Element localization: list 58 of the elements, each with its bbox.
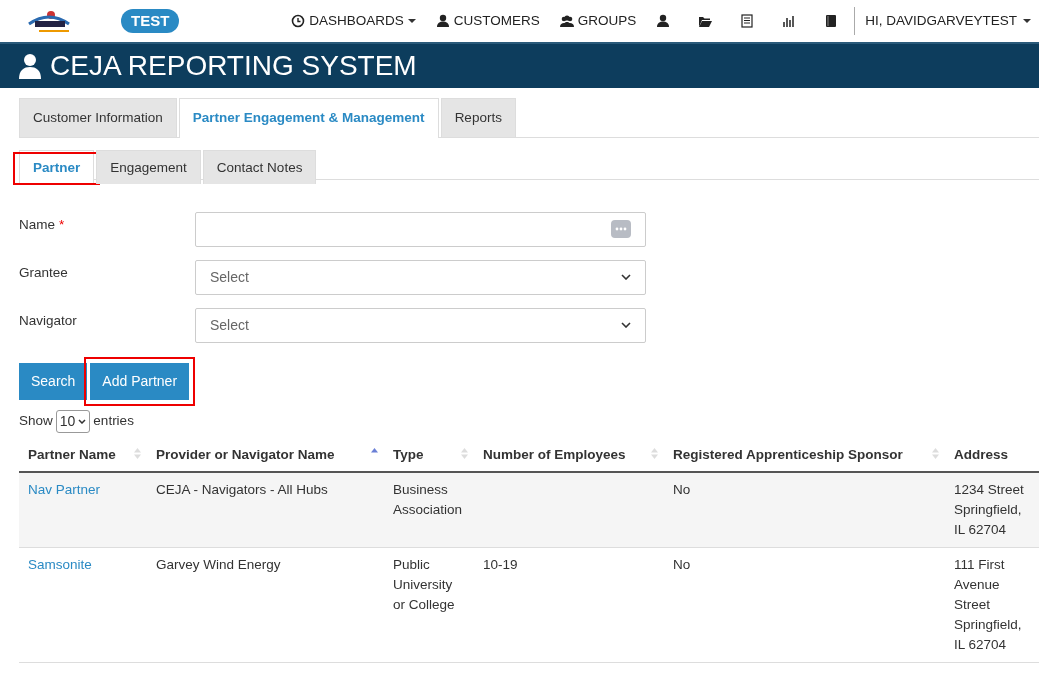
chevron-down-icon (621, 274, 631, 280)
banner-title: CEJA REPORTING SYSTEM (50, 49, 417, 83)
tab[interactable]: Engagement (96, 150, 201, 185)
nav-menu-item[interactable] (698, 14, 713, 28)
person-icon (435, 14, 450, 28)
table-cell: Business Association (393, 481, 463, 517)
field-label: Name (19, 216, 55, 232)
column-header[interactable]: Provider or Navigator Name (147, 438, 384, 472)
table-cell: 1234 Street Springfield, IL 62704 (954, 481, 1024, 537)
book-icon (824, 14, 839, 28)
column-header[interactable]: Address (945, 438, 1039, 472)
nav-menu-item[interactable] (824, 14, 839, 28)
table-cell: 10-19 (483, 556, 518, 572)
action-button[interactable]: Add Partner (90, 362, 190, 400)
nav-menu-item[interactable] (740, 14, 755, 28)
environment-badge: TEST (121, 8, 180, 34)
nav-menu-item[interactable]: GROUPS (559, 10, 637, 32)
folder-icon (698, 14, 713, 28)
tab[interactable]: Reports (440, 98, 516, 138)
partner-link[interactable]: Samsonite (28, 556, 92, 572)
page-size-select[interactable]: 10 (55, 409, 91, 433)
column-header[interactable]: Registered Apprenticeship Sponsor (664, 438, 945, 472)
tab[interactable]: Partner (19, 150, 95, 185)
group-icon (559, 14, 574, 28)
person-icon (18, 53, 42, 79)
nav-menu-item[interactable] (782, 14, 797, 28)
column-header[interactable]: Type (384, 438, 474, 472)
tab[interactable]: Contact Notes (202, 150, 317, 185)
nav-menu-item[interactable]: DASHBOARDS (291, 10, 416, 32)
input-field[interactable] (195, 211, 646, 247)
table-cell: No (673, 481, 691, 497)
partner-link[interactable]: Nav Partner (28, 481, 101, 497)
clock-icon (291, 14, 306, 28)
required-marker: * (59, 216, 65, 232)
nav-menu-item[interactable] (656, 14, 671, 28)
table-cell: Public University or College (393, 556, 455, 612)
table-cell: Garvey Wind Energy (156, 556, 281, 572)
entries-label: entries (93, 411, 134, 430)
document-icon (740, 14, 755, 28)
tab[interactable]: Customer Information (19, 98, 177, 138)
tab[interactable]: Partner Engagement & Management (178, 98, 439, 139)
chevron-down-icon (78, 418, 87, 424)
user-menu[interactable]: HI, DAVIDGARVEYTEST (865, 10, 1031, 32)
table-cell: CEJA - Navigators - All Hubs (156, 481, 328, 497)
entries-label: Show (19, 411, 53, 430)
select-field[interactable]: Select (195, 259, 646, 295)
select-field[interactable]: Select (195, 307, 646, 343)
column-header[interactable]: Number of Employees (474, 438, 664, 472)
field-label: Grantee (19, 264, 68, 280)
field-label: Navigator (19, 312, 77, 328)
table-cell: No (673, 556, 691, 572)
column-header[interactable]: Partner Name (19, 438, 147, 472)
nav-menu-item[interactable]: CUSTOMERS (435, 10, 540, 32)
table-cell: 111 First Avenue Street Springfield, IL 62704 (954, 556, 1022, 652)
action-button[interactable]: Search (19, 362, 88, 400)
chevron-down-icon (621, 322, 631, 328)
person-icon (656, 14, 671, 28)
bar-chart-icon (782, 14, 797, 28)
